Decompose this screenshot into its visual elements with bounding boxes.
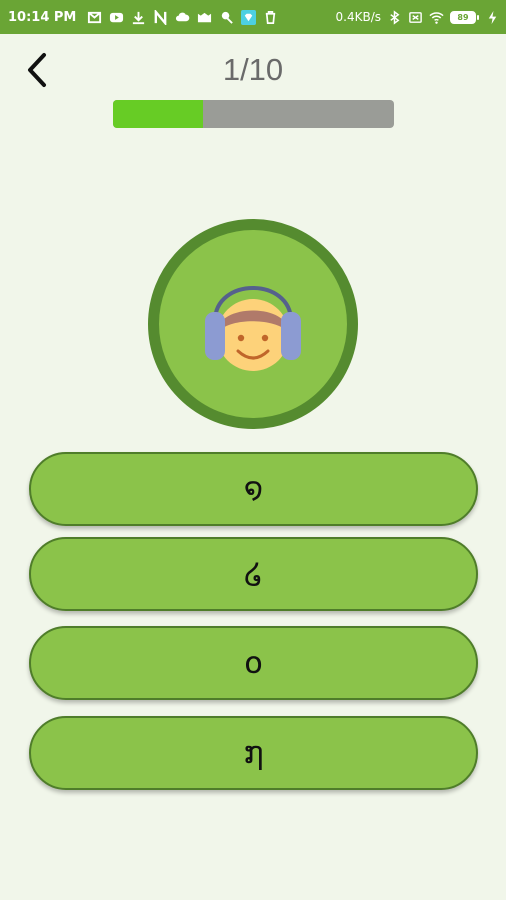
progress-fill	[113, 100, 203, 128]
youtube-icon	[109, 10, 124, 25]
answer-option-label: ໒	[243, 556, 264, 592]
charging-icon	[485, 10, 500, 25]
battery-level: 89	[450, 10, 476, 24]
lmao-icon	[197, 10, 212, 25]
progress-bar	[113, 100, 394, 128]
diamond-icon	[241, 9, 257, 25]
trash-icon	[263, 10, 278, 25]
answer-option-label: ໗	[243, 735, 264, 771]
answer-option-3[interactable]: ໐	[29, 626, 478, 700]
listener-headphones-icon	[205, 286, 301, 371]
download-icon	[131, 10, 146, 25]
battery-icon: 89	[450, 10, 479, 24]
answer-option-2[interactable]: ໒	[29, 537, 478, 611]
play-audio-button[interactable]	[148, 219, 358, 429]
answer-option-4[interactable]: ໗	[29, 716, 478, 790]
status-bar: 10:14 PM 0.4KB/s 89	[0, 0, 506, 34]
wifi-icon	[429, 10, 444, 25]
n-icon	[153, 9, 168, 25]
pin-icon	[219, 10, 234, 25]
cloud-icon	[175, 10, 190, 25]
net-speed: 0.4KB/s	[335, 10, 381, 24]
answer-option-1[interactable]: ໑	[29, 452, 478, 526]
answer-option-label: ໐	[243, 645, 264, 681]
gmail-icon	[87, 10, 102, 25]
answer-option-label: ໑	[243, 471, 264, 507]
question-counter: 1/10	[222, 52, 284, 87]
sim-off-icon	[408, 10, 423, 25]
bluetooth-icon	[387, 9, 402, 25]
status-time: 10:14 PM	[8, 9, 77, 25]
